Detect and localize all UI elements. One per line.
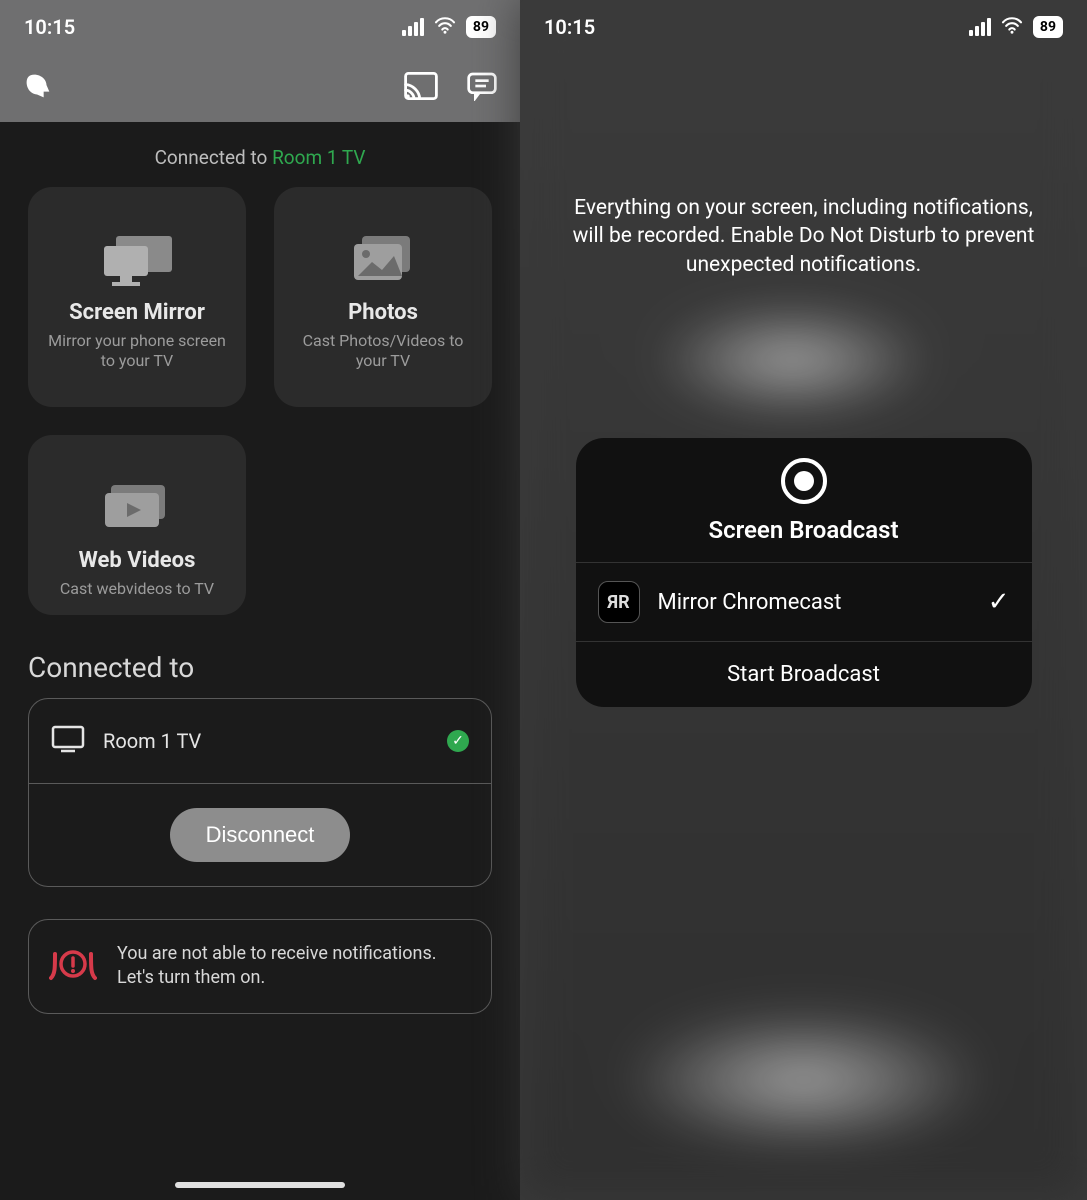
wifi-icon — [1001, 15, 1023, 39]
tile-photos[interactable]: Photos Cast Photos/Videos to your TV — [274, 187, 492, 407]
broadcast-prompt-screen: 10:15 89 Everything on your screen, incl… — [520, 0, 1087, 1200]
tv-icon — [51, 725, 85, 757]
selected-check-icon: ✓ — [988, 587, 1010, 617]
chat-icon[interactable] — [466, 71, 498, 105]
tile-screen-mirror[interactable]: Screen Mirror Mirror your phone screen t… — [28, 187, 246, 407]
tile-web-videos[interactable]: Web Videos Cast webvideos to TV — [28, 435, 246, 615]
status-time: 10:15 — [24, 15, 75, 39]
tile-title: Web Videos — [79, 548, 196, 573]
broadcast-app-name: Mirror Chromecast — [658, 590, 970, 615]
rocket-icon[interactable] — [22, 70, 54, 106]
tile-subtitle: Mirror your phone screen to your TV — [46, 331, 228, 371]
app-icon: ЯR — [598, 581, 640, 623]
device-card: Room 1 TV ✓ Disconnect — [28, 698, 492, 887]
tile-subtitle: Cast Photos/Videos to your TV — [292, 331, 474, 371]
connection-device-name: Room 1 TV — [272, 146, 365, 169]
tile-title: Screen Mirror — [69, 300, 205, 325]
battery-indicator: 89 — [1033, 16, 1063, 38]
start-broadcast-label: Start Broadcast — [727, 662, 880, 687]
connected-to-heading: Connected to — [0, 615, 520, 698]
tile-title: Photos — [348, 300, 418, 325]
app-main-screen: 10:15 89 Connecte — [0, 0, 520, 1200]
cellular-icon — [969, 18, 991, 36]
disconnect-button[interactable]: Disconnect — [170, 808, 351, 862]
connected-check-icon: ✓ — [447, 730, 469, 752]
sheet-title: Screen Broadcast — [576, 516, 1032, 544]
web-videos-icon — [101, 472, 173, 544]
device-row[interactable]: Room 1 TV ✓ — [29, 699, 491, 784]
cellular-icon — [402, 18, 424, 36]
screen-mirror-icon — [98, 224, 176, 296]
status-bar: 10:15 89 — [0, 0, 520, 54]
record-icon[interactable] — [781, 458, 827, 504]
broadcast-sheet: Screen Broadcast ЯR Mirror Chromecast ✓ … — [576, 438, 1032, 707]
wifi-icon — [434, 15, 456, 39]
notifications-alert[interactable]: You are not able to receive notification… — [28, 919, 492, 1014]
device-name: Room 1 TV — [103, 729, 429, 753]
start-broadcast-button[interactable]: Start Broadcast — [576, 641, 1032, 707]
connection-status: Connected to Room 1 TV — [0, 122, 520, 187]
status-bar: 10:15 89 — [520, 0, 1087, 54]
alert-text: You are not able to receive notification… — [117, 942, 471, 991]
tile-subtitle: Cast webvideos to TV — [60, 579, 214, 599]
photos-icon — [350, 224, 416, 296]
connection-prefix: Connected to — [155, 146, 273, 169]
cast-icon[interactable] — [404, 72, 438, 104]
app-toolbar — [0, 54, 520, 122]
broadcast-warning-text: Everything on your screen, including not… — [520, 54, 1087, 279]
broadcast-app-row[interactable]: ЯR Mirror Chromecast ✓ — [576, 562, 1032, 641]
status-time: 10:15 — [544, 15, 595, 39]
alert-icon — [49, 944, 97, 988]
home-indicator[interactable] — [175, 1182, 345, 1188]
battery-indicator: 89 — [466, 16, 496, 38]
